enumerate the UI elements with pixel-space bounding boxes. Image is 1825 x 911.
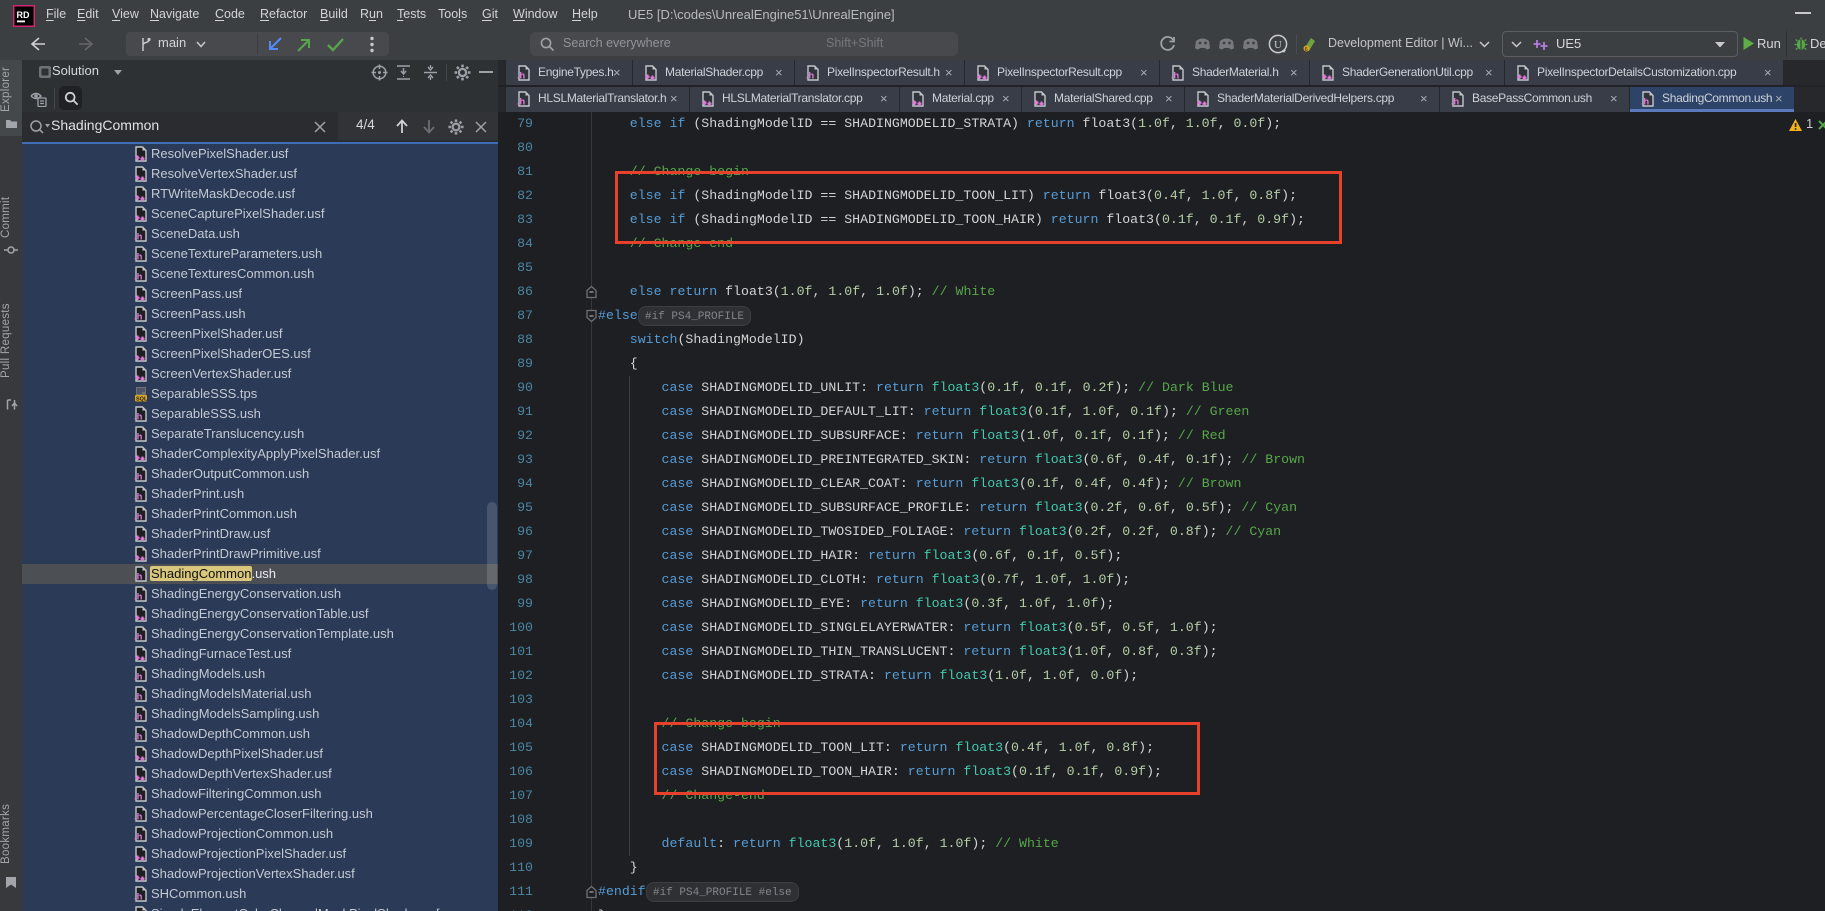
svg-text:.h: .h — [134, 832, 143, 843]
svg-text:.h: .h — [134, 412, 143, 423]
svg-text:.h: .h — [1451, 97, 1459, 108]
svg-text:.h: .h — [134, 792, 143, 803]
svg-text:6: 6 — [1305, 47, 1308, 53]
svg-text:.h: .h — [1171, 71, 1179, 82]
svg-text:.h: .h — [134, 252, 143, 263]
svg-text:SQL: SQL — [136, 397, 148, 403]
svg-text:.h: .h — [134, 512, 143, 523]
svg-text:.h: .h — [134, 492, 143, 503]
svg-text:.h: .h — [134, 572, 143, 583]
svg-text:.h: .h — [134, 312, 143, 323]
svg-text:.h: .h — [134, 232, 143, 243]
svg-text:.h: .h — [134, 732, 143, 743]
svg-text:.h: .h — [134, 632, 143, 643]
svg-text:.h: .h — [134, 712, 143, 723]
svg-text:.h: .h — [517, 71, 525, 82]
svg-text:U: U — [1274, 39, 1282, 51]
svg-text:RD: RD — [17, 10, 30, 20]
svg-text:.h: .h — [134, 672, 143, 683]
svg-text:.h: .h — [134, 592, 143, 603]
svg-text:.h: .h — [806, 71, 814, 82]
svg-text:.h: .h — [134, 892, 143, 903]
svg-text:.h: .h — [134, 432, 143, 443]
svg-text:.h: .h — [1641, 97, 1649, 108]
svg-text:.h: .h — [134, 472, 143, 483]
svg-text:.h: .h — [134, 812, 143, 823]
svg-text:.h: .h — [134, 692, 143, 703]
svg-text:.h: .h — [134, 272, 143, 283]
svg-text:.h: .h — [517, 97, 525, 108]
